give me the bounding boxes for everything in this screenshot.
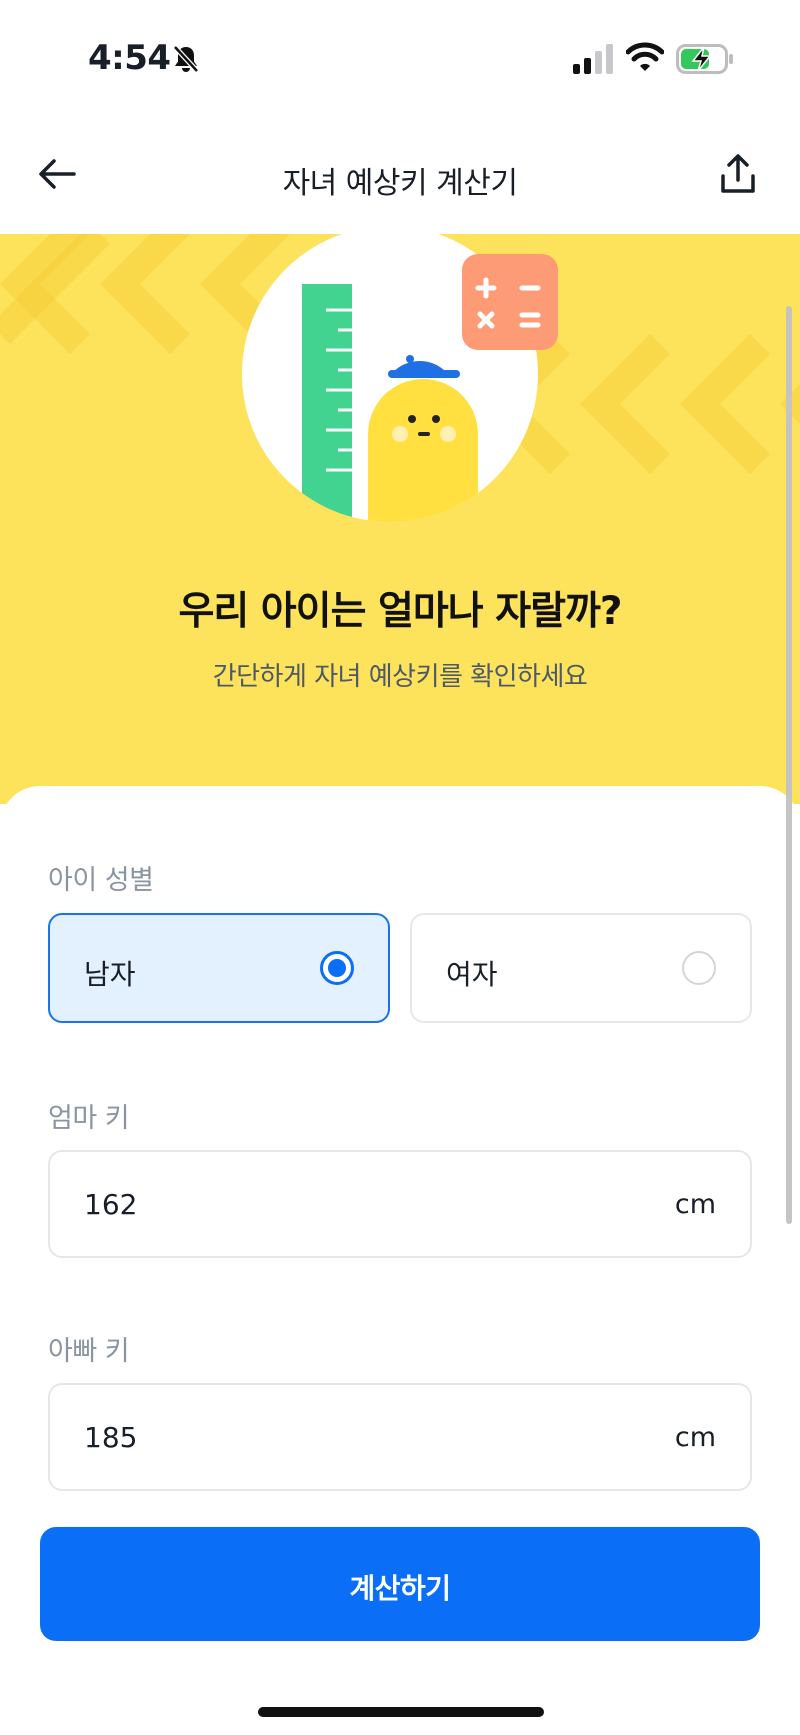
cellular-signal-icon [573,44,613,74]
wifi-icon [626,42,664,71]
gender-option-label: 남자 [84,958,136,991]
calculate-button-label: 계산하기 [349,1572,451,1605]
status-bar: 4:54 [0,0,800,120]
radio-unselected-icon [682,951,716,985]
gender-option-male[interactable]: 남자 [48,913,390,1023]
hero-subtitle: 간단하게 자녀 예상키를 확인하세요 [212,662,588,692]
radio-selected-icon [320,951,354,985]
home-indicator[interactable] [258,1707,544,1717]
mother-height-label: 엄마 키 [48,1103,130,1134]
page-title: 자녀 예상키 계산기 [282,166,518,201]
hero-banner: 우리 아이는 얼마나 자랄까? 간단하게 자녀 예상키를 확인하세요 [0,234,800,804]
calculate-button[interactable]: 계산하기 [40,1527,760,1641]
gender-option-female[interactable]: 여자 [410,913,752,1023]
status-time: 4:54 [88,38,171,78]
scrollbar[interactable] [786,306,792,1224]
gender-label: 아이 성별 [48,865,154,896]
father-height-value: 185 [84,1421,138,1454]
hero-title: 우리 아이는 얼마나 자랄까? [178,589,622,634]
father-height-label: 아빠 키 [48,1336,130,1367]
share-icon [721,154,755,193]
unit-label: cm [674,1189,716,1220]
height-illustration [242,234,558,522]
gender-option-label: 여자 [446,958,498,991]
mother-height-input[interactable]: 162 cm [48,1150,752,1258]
share-button[interactable] [714,150,762,198]
battery-charging-icon [676,44,733,74]
nav-bar: 자녀 예상키 계산기 [0,120,800,234]
mother-height-value: 162 [84,1188,138,1221]
father-height-input[interactable]: 185 cm [48,1383,752,1491]
bell-slash-icon [173,45,199,73]
unit-label: cm [674,1422,716,1453]
